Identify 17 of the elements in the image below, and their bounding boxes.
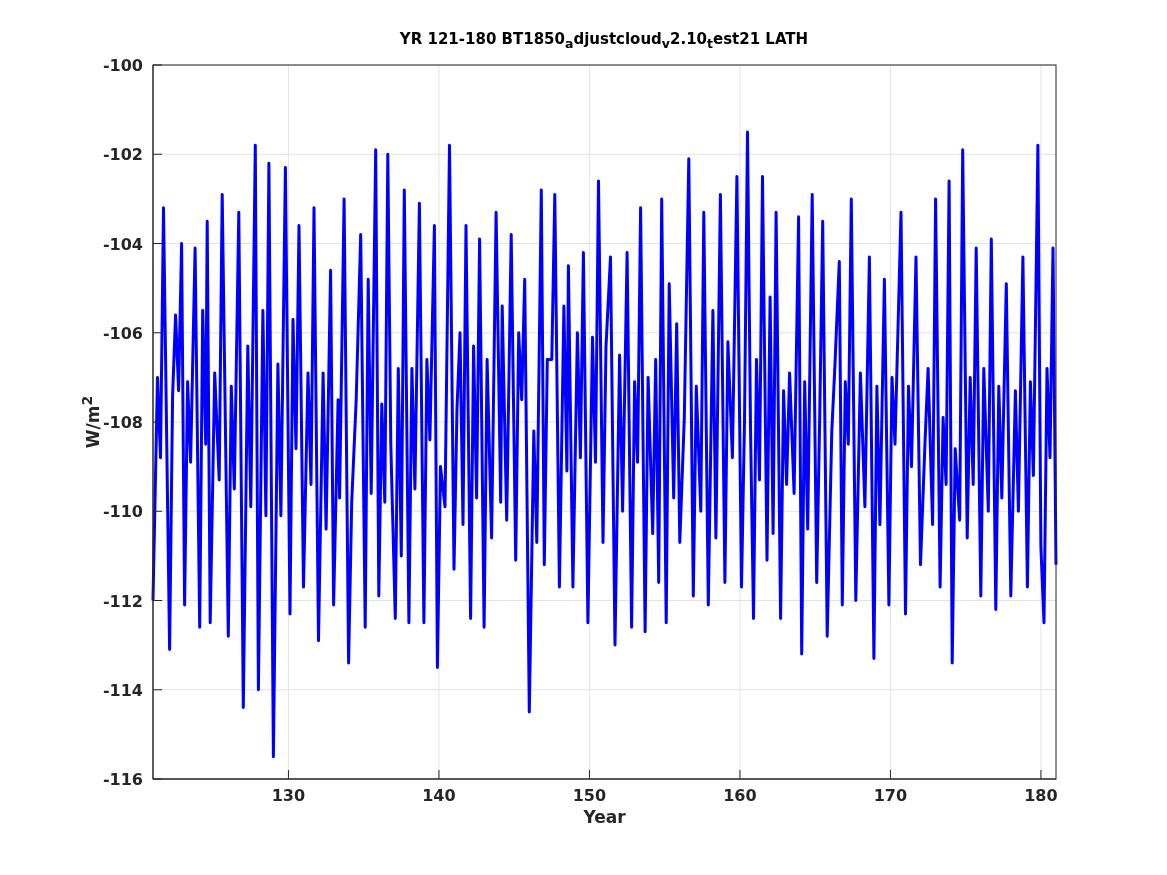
y-tick-label: -108	[102, 413, 143, 432]
x-tick-label: 150	[572, 786, 607, 805]
y-tick-label: -104	[102, 234, 143, 254]
x-tick-label: 130	[271, 786, 306, 805]
y-tick-label: -114	[102, 680, 143, 700]
x-axis-label: Year	[583, 807, 626, 827]
y-tick-label: -112	[102, 591, 143, 611]
chart-title: YR 121-180 BT1850$_{a}$djustcloud$_{v}$2.10$_{t}$est21 LATH	[399, 30, 809, 51]
x-tick-label: 180	[1024, 786, 1058, 805]
x-tick-label: 170	[873, 786, 908, 805]
y-tick-label: -100	[102, 56, 143, 75]
y-tick-label: -110	[102, 502, 143, 522]
y-tick-label: -116	[102, 770, 143, 789]
x-tick-label: 160	[723, 786, 757, 805]
x-tick-label: 140	[422, 786, 456, 805]
y-tick-label: -106	[102, 323, 143, 343]
y-tick-label: -102	[102, 145, 143, 165]
